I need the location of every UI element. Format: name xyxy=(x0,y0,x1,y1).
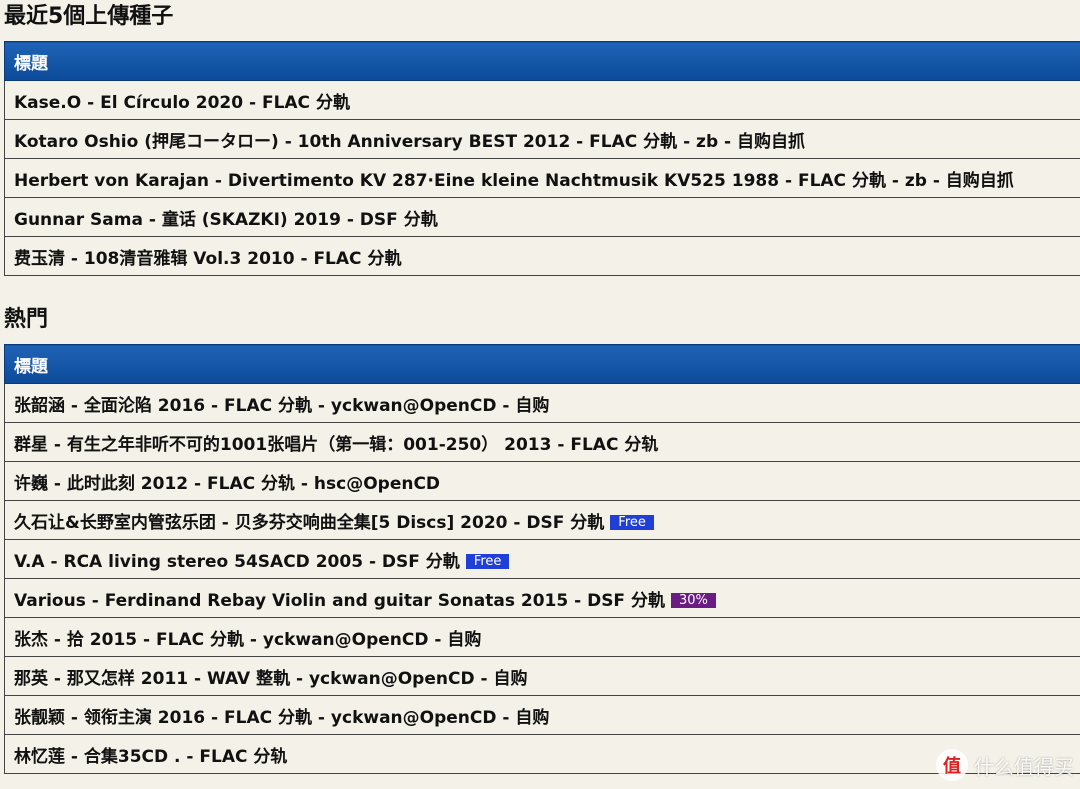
torrent-title-link[interactable]: Herbert von Karajan - Divertimento KV 28… xyxy=(14,171,1014,191)
table-row: 群星 - 有生之年非听不可的1001张唱片（第一辑：001-250） 2013 … xyxy=(4,422,1080,462)
title-cell: 张杰 - 拾 2015 - FLAC 分軌 - yckwan@OpenCD - … xyxy=(4,617,1080,657)
table-row: Kase.O - El Círculo 2020 - FLAC 分軌 xyxy=(4,80,1080,120)
hot-title: 熱門 xyxy=(4,307,49,332)
torrent-title-link[interactable]: 费玉清 - 108清音雅辑 Vol.3 2010 - FLAC 分軌 xyxy=(14,249,401,269)
torrent-title-link[interactable]: Kotaro Oshio (押尾コータロー) - 10th Anniversar… xyxy=(14,132,805,152)
title-cell: 林忆莲 - 合集35CD . - FLAC 分轨 xyxy=(4,734,1080,774)
free-badge: Free xyxy=(610,514,654,530)
torrent-title-link[interactable]: 许巍 - 此时此刻 2012 - FLAC 分轨 - hsc@OpenCD xyxy=(14,474,440,494)
table-header-row: 標題 xyxy=(4,41,1080,81)
title-cell: 群星 - 有生之年非听不可的1001张唱片（第一辑：001-250） 2013 … xyxy=(4,422,1080,462)
torrent-title-link[interactable]: 张韶涵 - 全面沦陷 2016 - FLAC 分軌 - yckwan@OpenC… xyxy=(14,396,549,416)
torrent-title-link[interactable]: 张杰 - 拾 2015 - FLAC 分軌 - yckwan@OpenCD - … xyxy=(14,630,481,650)
torrent-title-link[interactable]: 林忆莲 - 合集35CD . - FLAC 分轨 xyxy=(14,747,287,767)
title-cell: V.A - RCA living stereo 54SACD 2005 - DS… xyxy=(4,539,1080,579)
table-row: 张韶涵 - 全面沦陷 2016 - FLAC 分軌 - yckwan@OpenC… xyxy=(4,383,1080,423)
title-cell: Kase.O - El Círculo 2020 - FLAC 分軌 xyxy=(4,80,1080,120)
title-cell: Herbert von Karajan - Divertimento KV 28… xyxy=(4,158,1080,198)
title-cell: 那英 - 那又怎样 2011 - WAV 整軌 - yckwan@OpenCD … xyxy=(4,656,1080,696)
torrent-title-link[interactable]: 群星 - 有生之年非听不可的1001张唱片（第一辑：001-250） 2013 … xyxy=(14,435,658,455)
torrent-title-link[interactable]: 那英 - 那又怎样 2011 - WAV 整軌 - yckwan@OpenCD … xyxy=(14,669,527,689)
table-row: Gunnar Sama - 童话 (SKAZKI) 2019 - DSF 分軌 xyxy=(4,197,1080,237)
title-cell: Various - Ferdinand Rebay Violin and gui… xyxy=(4,578,1080,618)
table-row: 费玉清 - 108清音雅辑 Vol.3 2010 - FLAC 分軌 xyxy=(4,236,1080,276)
recent-uploads-body: Kase.O - El Círculo 2020 - FLAC 分軌 Kotaro… xyxy=(4,80,1080,276)
torrent-title-link[interactable]: Kase.O - El Círculo 2020 - FLAC 分軌 xyxy=(14,93,350,113)
torrent-title-link[interactable]: 久石让&长野室内管弦乐团 - 贝多芬交响曲全集[5 Discs] 2020 - … xyxy=(14,513,604,533)
table-header-row: 標題 xyxy=(4,344,1080,384)
table-row: Herbert von Karajan - Divertimento KV 28… xyxy=(4,158,1080,198)
table-row: V.A - RCA living stereo 54SACD 2005 - DS… xyxy=(4,539,1080,579)
table-row: 许巍 - 此时此刻 2012 - FLAC 分轨 - hsc@OpenCD xyxy=(4,461,1080,501)
torrent-title-link[interactable]: V.A - RCA living stereo 54SACD 2005 - DS… xyxy=(14,552,460,572)
table-row: Kotaro Oshio (押尾コータロー) - 10th Anniversar… xyxy=(4,119,1080,159)
title-cell: 许巍 - 此时此刻 2012 - FLAC 分轨 - hsc@OpenCD xyxy=(4,461,1080,501)
torrent-title-link[interactable]: 张靓颖 - 领衔主演 2016 - FLAC 分軌 - yckwan@OpenC… xyxy=(14,708,549,728)
title-cell: 张靓颖 - 领衔主演 2016 - FLAC 分軌 - yckwan@OpenC… xyxy=(4,695,1080,735)
table-row: 林忆莲 - 合集35CD . - FLAC 分轨 xyxy=(4,734,1080,774)
discount-badge: 30% xyxy=(670,592,716,608)
watermark-text: 什么值得买 xyxy=(974,754,1074,779)
recent-uploads-table: 標題 Kase.O - El Círculo 2020 - FLAC 分軌 Kot… xyxy=(4,41,1080,276)
table-row: 张靓颖 - 领衔主演 2016 - FLAC 分軌 - yckwan@OpenC… xyxy=(4,695,1080,735)
table-row: 张杰 - 拾 2015 - FLAC 分軌 - yckwan@OpenCD - … xyxy=(4,617,1080,657)
table-row: 那英 - 那又怎样 2011 - WAV 整軌 - yckwan@OpenCD … xyxy=(4,656,1080,696)
page: 最近5個上傳種子 標題 Kase.O - El Círculo 2020 - F… xyxy=(0,0,1080,789)
free-badge: Free xyxy=(465,553,510,569)
column-header-title[interactable]: 標題 xyxy=(4,344,1080,384)
hot-body: 张韶涵 - 全面沦陷 2016 - FLAC 分軌 - yckwan@OpenC… xyxy=(4,383,1080,774)
watermark: 值 什么值得买 xyxy=(936,749,1074,781)
watermark-logo: 值 xyxy=(936,749,968,781)
table-row: 久石让&长野室内管弦乐团 - 贝多芬交响曲全集[5 Discs] 2020 - … xyxy=(4,500,1080,540)
title-cell: 久石让&长野室内管弦乐团 - 贝多芬交响曲全集[5 Discs] 2020 - … xyxy=(4,500,1080,540)
column-header-title[interactable]: 標題 xyxy=(4,41,1080,81)
recent-uploads-title: 最近5個上傳種子 xyxy=(4,4,174,29)
title-cell: Kotaro Oshio (押尾コータロー) - 10th Anniversar… xyxy=(4,119,1080,159)
table-row: Various - Ferdinand Rebay Violin and gui… xyxy=(4,578,1080,618)
title-cell: 张韶涵 - 全面沦陷 2016 - FLAC 分軌 - yckwan@OpenC… xyxy=(4,383,1080,423)
title-cell: Gunnar Sama - 童话 (SKAZKI) 2019 - DSF 分軌 xyxy=(4,197,1080,237)
torrent-title-link[interactable]: Various - Ferdinand Rebay Violin and gui… xyxy=(14,591,665,611)
hot-table: 標題 张韶涵 - 全面沦陷 2016 - FLAC 分軌 - yckwan@Op… xyxy=(4,344,1080,774)
title-cell: 费玉清 - 108清音雅辑 Vol.3 2010 - FLAC 分軌 xyxy=(4,236,1080,276)
torrent-title-link[interactable]: Gunnar Sama - 童话 (SKAZKI) 2019 - DSF 分軌 xyxy=(14,210,438,230)
